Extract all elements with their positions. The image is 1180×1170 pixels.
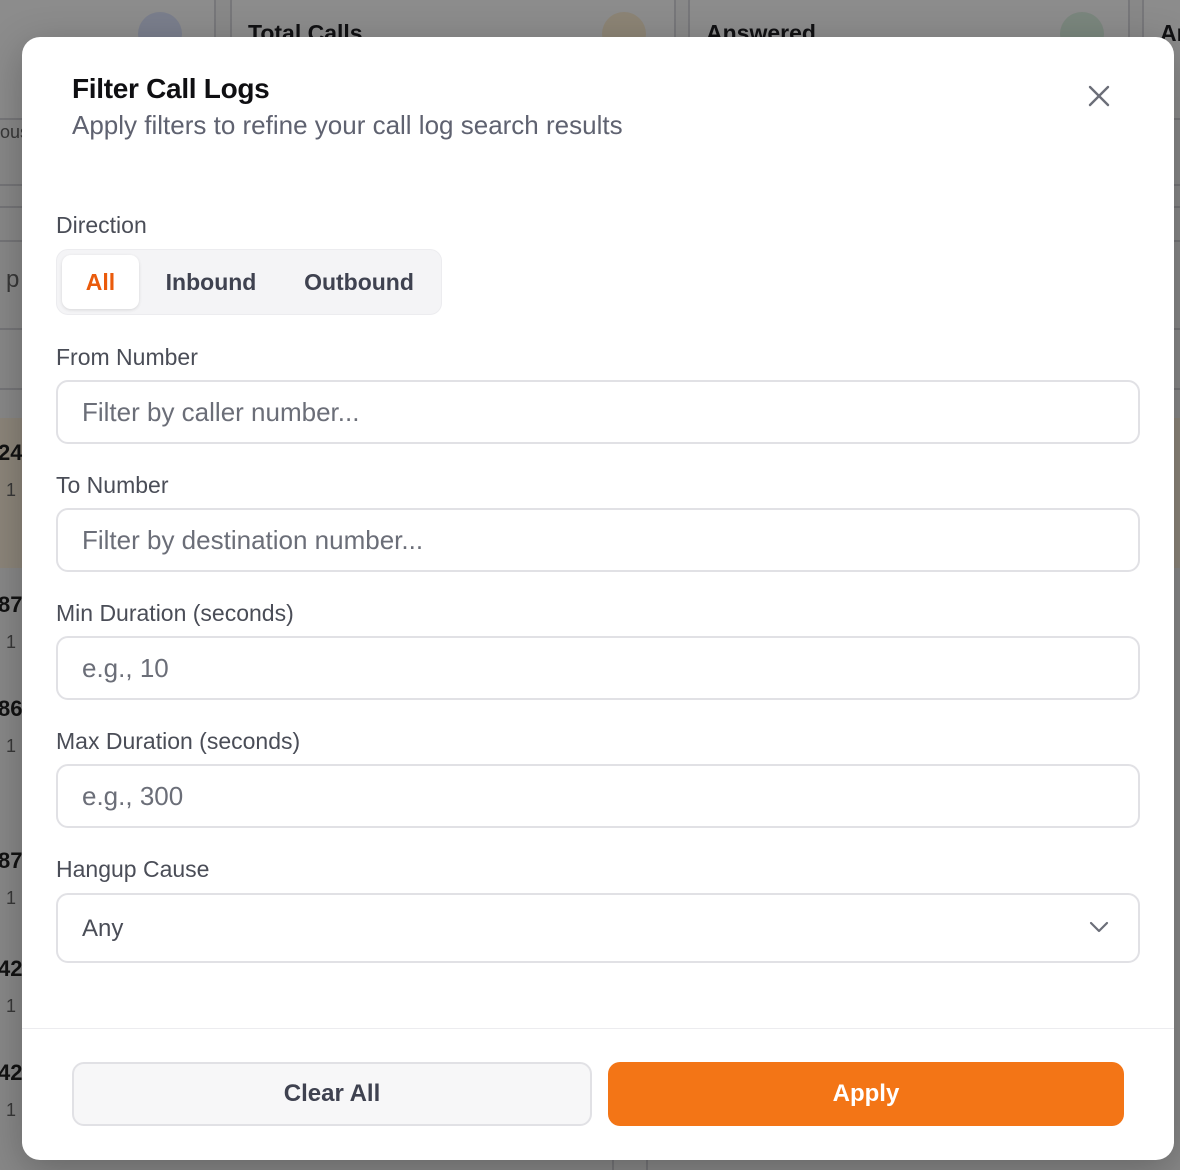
max-duration-input[interactable]	[56, 764, 1140, 828]
to-number-input[interactable]	[56, 508, 1140, 572]
close-button[interactable]	[1084, 81, 1114, 111]
direction-option-all[interactable]: All	[62, 255, 139, 309]
dialog-subtitle: Apply filters to refine your call log se…	[72, 110, 623, 140]
from-number-input[interactable]	[56, 380, 1140, 444]
footer-divider	[22, 1028, 1174, 1029]
filter-call-logs-dialog: Filter Call Logs Apply filters to refine…	[22, 37, 1174, 1160]
dialog-title: Filter Call Logs	[72, 73, 270, 104]
direction-segmented-control: All Inbound Outbound	[56, 249, 442, 315]
chevron-down-icon	[1089, 921, 1109, 933]
clear-all-button[interactable]: Clear All	[72, 1062, 592, 1126]
direction-option-outbound[interactable]: Outbound	[283, 255, 435, 309]
hangup-cause-label: Hangup Cause	[56, 856, 210, 882]
min-duration-input[interactable]	[56, 636, 1140, 700]
apply-button[interactable]: Apply	[608, 1062, 1124, 1126]
direction-label: Direction	[56, 212, 147, 238]
max-duration-label: Max Duration (seconds)	[56, 728, 301, 754]
from-number-label: From Number	[56, 344, 198, 370]
direction-option-inbound[interactable]: Inbound	[147, 255, 275, 309]
hangup-cause-value: Any	[82, 915, 124, 942]
close-icon	[1088, 85, 1110, 107]
to-number-label: To Number	[56, 472, 169, 498]
hangup-cause-select[interactable]: Any	[56, 893, 1140, 963]
min-duration-label: Min Duration (seconds)	[56, 600, 294, 626]
